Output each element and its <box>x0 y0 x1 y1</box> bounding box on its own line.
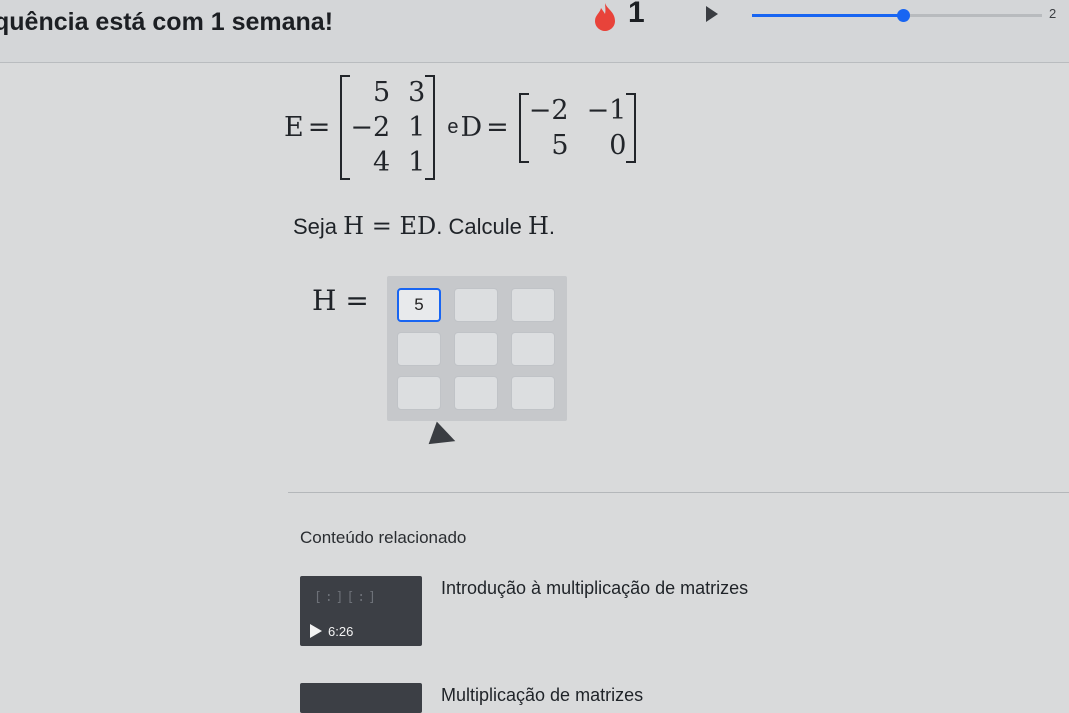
cursor-arrow-icon <box>428 421 460 453</box>
matrix-definitions: E = 5 3 −2 1 4 1 e D = −2 −1 5 0 <box>284 70 642 185</box>
video-thumbnail[interactable] <box>300 683 422 713</box>
matrix-e-cell: −2 <box>350 112 391 143</box>
prompt-prefix: Seja <box>293 214 338 239</box>
video-title-link[interactable]: Multiplicação de matrizes <box>441 685 643 706</box>
progress-fill <box>752 14 903 17</box>
progress-marker <box>896 9 910 22</box>
matrix-e-cell: 4 <box>372 147 391 178</box>
answer-cell[interactable] <box>454 332 498 366</box>
prompt-end: . <box>548 214 556 239</box>
matrix-e-cell: 1 <box>408 112 426 143</box>
matrix-d-cell: 5 <box>551 129 569 161</box>
answer-cell[interactable] <box>397 376 441 410</box>
progress-end-label: 2 <box>1049 6 1057 21</box>
answer-cell[interactable] <box>397 332 441 366</box>
answer-label: H = <box>312 284 369 317</box>
matrix-d-label: D <box>460 112 483 143</box>
prompt-equation: H = ED <box>343 212 437 240</box>
matrix-d-cell: −2 <box>528 94 569 126</box>
streak-count: 1 <box>628 0 645 29</box>
prompt-target: H <box>527 212 549 240</box>
matrix-e-label: E <box>284 112 304 143</box>
equals-sign: = <box>486 112 509 143</box>
answer-matrix: 5 <box>387 276 567 421</box>
answer-cell[interactable] <box>454 288 498 322</box>
prompt-suffix: . Calcule <box>436 214 522 239</box>
play-icon[interactable] <box>706 6 718 22</box>
flame-icon <box>595 3 615 31</box>
matrix-d-cell: −1 <box>586 94 627 126</box>
matrix-e-cell: 1 <box>408 147 426 178</box>
answer-cell[interactable] <box>511 288 555 322</box>
question-prompt: Seja H = ED. Calcule H. <box>293 212 555 240</box>
matrix-e: 5 3 −2 1 4 1 <box>340 75 436 180</box>
equals-sign: = <box>307 112 331 143</box>
streak-message: quência está com 1 semana! <box>0 8 334 36</box>
play-icon <box>310 624 322 638</box>
matrix-d: −2 −1 5 0 <box>518 92 637 163</box>
answer-cell[interactable] <box>511 332 555 366</box>
answer-cell[interactable] <box>511 376 555 410</box>
video-duration: 6:26 <box>328 624 354 639</box>
conjunction: e <box>447 116 459 138</box>
progress-bar <box>752 9 1042 22</box>
video-thumbnail[interactable]: [:][:] 6:26 <box>300 576 422 646</box>
matrix-e-cell: 3 <box>408 77 426 108</box>
answer-cell[interactable]: 5 <box>397 288 441 322</box>
related-content-title: Conteúdo relacionado <box>300 528 467 547</box>
thumbnail-art: [:][:] <box>314 590 379 605</box>
section-divider <box>288 492 1069 493</box>
matrix-e-cell: 5 <box>372 77 391 108</box>
answer-cell[interactable] <box>454 376 498 410</box>
matrix-d-cell: 0 <box>609 129 627 161</box>
top-bar: quência está com 1 semana! 1 2 <box>0 0 1069 63</box>
video-title-link[interactable]: Introdução à multiplicação de matrizes <box>441 578 748 599</box>
